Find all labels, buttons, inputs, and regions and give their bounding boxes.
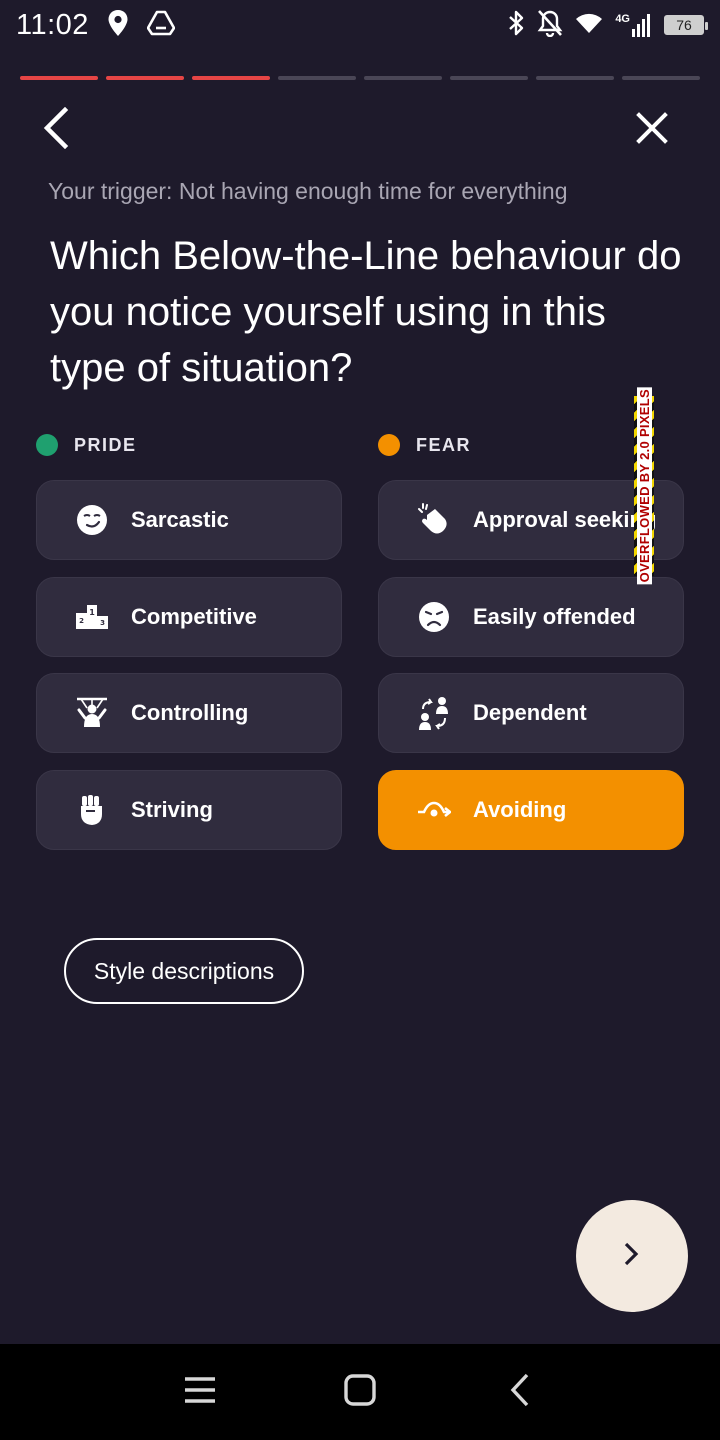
people-exchange-icon (417, 696, 451, 730)
option-striving[interactable]: Striving (36, 770, 342, 850)
overflow-warning-text: OVERFLOWED BY 2.0 PIXELS (636, 387, 652, 585)
mute-icon (537, 9, 563, 42)
fear-header: FEAR (378, 434, 471, 456)
progress-segment (450, 76, 528, 80)
home-button[interactable] (340, 1372, 380, 1412)
option-label: Approval seeking (473, 507, 657, 532)
puppet-icon (75, 696, 109, 730)
progress-segment (20, 76, 98, 80)
option-dependent[interactable]: Dependent (378, 673, 684, 753)
system-nav-bar (0, 1344, 720, 1440)
progress-segment (106, 76, 184, 80)
swerve-arrow-icon (417, 793, 451, 827)
option-label: Controlling (131, 700, 249, 725)
option-avoiding[interactable]: Avoiding (378, 770, 684, 850)
option-label: Dependent (473, 700, 587, 725)
trigger-text: Your trigger: Not having enough time for… (48, 178, 568, 204)
question-title: Which Below-the-Line behaviour do you no… (50, 234, 682, 390)
option-label: Striving (131, 797, 213, 822)
back-icon (510, 1373, 530, 1412)
svg-text:1: 1 (89, 608, 95, 617)
menu-button[interactable] (180, 1372, 220, 1412)
svg-text:3: 3 (100, 619, 105, 627)
step-progress (20, 76, 700, 80)
progress-segment (364, 76, 442, 80)
pride-header: PRIDE (36, 434, 137, 456)
option-competitive[interactable]: 12 3 Competitive (36, 577, 342, 657)
status-right: 4G 76 (507, 9, 708, 42)
option-label: Sarcastic (131, 507, 229, 532)
back-button[interactable] (30, 104, 82, 156)
status-left: 11:02 (16, 8, 176, 42)
system-back-button[interactable] (500, 1372, 540, 1412)
signal-icon: 4G (615, 13, 652, 37)
home-icon (344, 1373, 376, 1411)
close-button[interactable] (626, 104, 678, 156)
chevron-left-icon (41, 106, 71, 154)
option-controlling[interactable]: Controlling (36, 673, 342, 753)
network-label: 4G (615, 13, 630, 25)
progress-segment (622, 76, 700, 80)
fist-icon (75, 793, 109, 827)
menu-icon (184, 1376, 216, 1409)
podium-icon: 12 3 (75, 600, 109, 634)
frown-face-icon (417, 600, 451, 634)
progress-segment (536, 76, 614, 80)
pride-label: PRIDE (74, 434, 137, 455)
smirk-face-icon (75, 503, 109, 537)
progress-segment (192, 76, 270, 80)
svg-text:2: 2 (79, 617, 84, 625)
option-label: Avoiding (473, 797, 567, 822)
style-descriptions-button[interactable]: Style descriptions (64, 938, 304, 1004)
bluetooth-icon (507, 9, 525, 42)
wifi-icon (575, 11, 603, 40)
battery-icon: 76 (664, 15, 708, 35)
pride-dot (36, 434, 58, 456)
option-label: Easily offended (473, 604, 636, 629)
location-icon (107, 9, 129, 42)
clapping-hands-icon (417, 503, 451, 537)
option-label: Competitive (131, 604, 257, 629)
close-icon (636, 111, 668, 149)
fear-dot (378, 434, 400, 456)
next-button[interactable] (576, 1200, 688, 1312)
status-time: 11:02 (16, 8, 89, 41)
status-bar: 11:02 4G 76 (0, 0, 720, 50)
progress-segment (278, 76, 356, 80)
chevron-right-icon (623, 1241, 641, 1272)
drive-icon (146, 10, 176, 41)
overflow-warning-stripe: OVERFLOWED BY 2.0 PIXELS (634, 387, 654, 585)
option-sarcastic[interactable]: Sarcastic (36, 480, 342, 560)
option-easily-offended[interactable]: Easily offended (378, 577, 684, 657)
fear-label: FEAR (416, 434, 471, 455)
